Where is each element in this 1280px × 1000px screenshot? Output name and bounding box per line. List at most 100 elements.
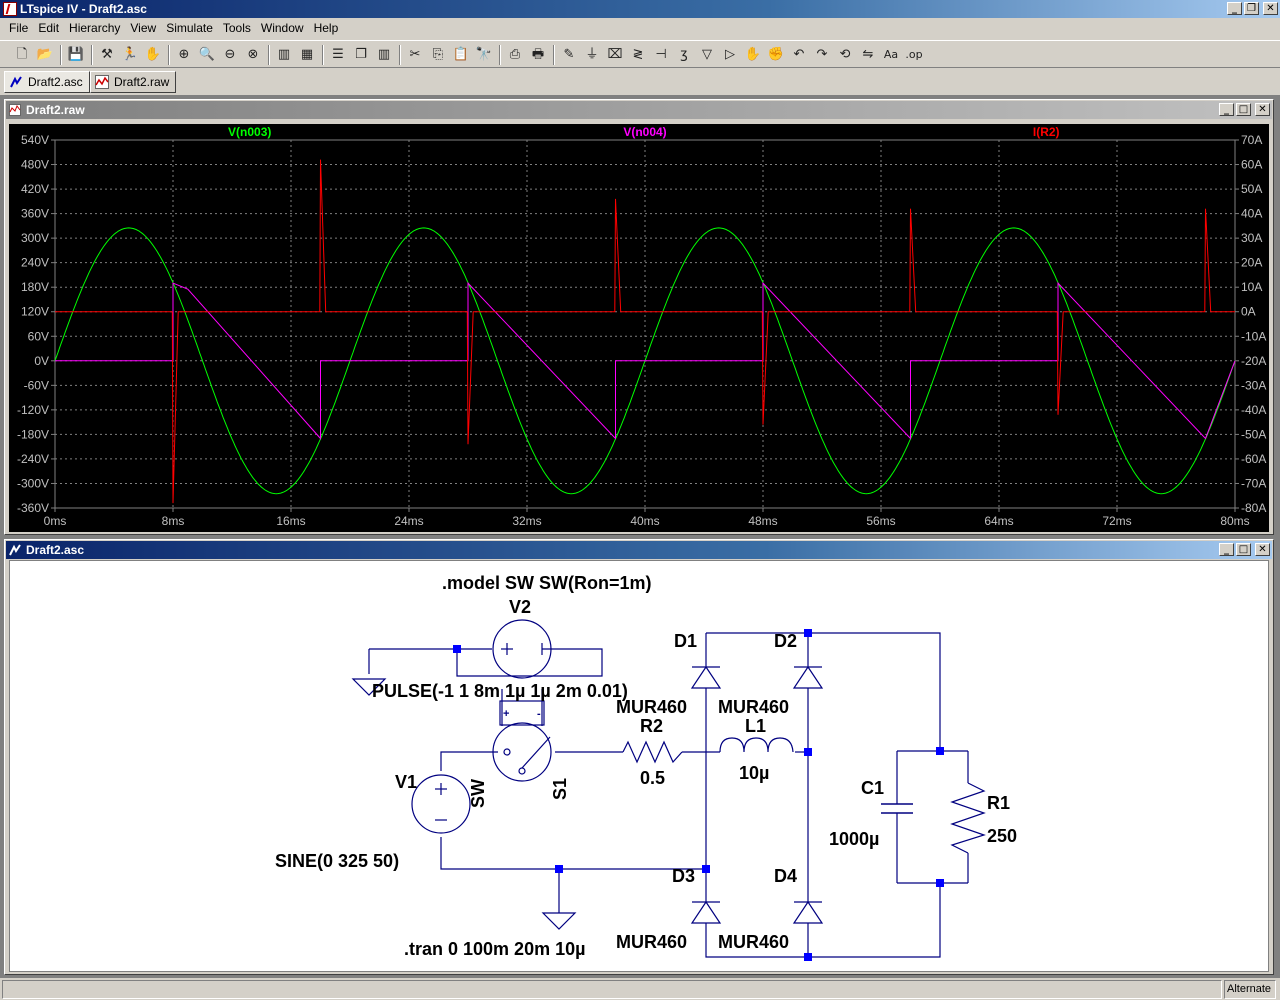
minimize-icon[interactable]: _: [1227, 2, 1242, 15]
menu-edit[interactable]: Edit: [33, 21, 64, 35]
menu-simulate[interactable]: Simulate: [161, 21, 218, 35]
schematic-window-title-bar[interactable]: Draft2.asc _ □ ✕: [6, 541, 1272, 559]
d3-model[interactable]: MUR460: [616, 932, 687, 952]
copy-icon[interactable]: ⎘: [428, 45, 448, 65]
component-icon[interactable]: ▷: [720, 45, 740, 65]
sw-model-label[interactable]: SW: [468, 779, 488, 808]
close-icon[interactable]: ✕: [1263, 2, 1278, 15]
l1-label[interactable]: L1: [745, 716, 766, 736]
wire-icon[interactable]: ✎: [559, 45, 579, 65]
rotate-icon[interactable]: ⟲: [835, 45, 855, 65]
d1-diode-symbol[interactable]: [690, 665, 722, 689]
spice-directive-icon[interactable]: .op: [904, 45, 924, 65]
open-icon[interactable]: 📂: [35, 45, 55, 65]
wire[interactable]: [440, 751, 498, 771]
waveform-chart[interactable]: 0ms 8ms 16ms 24ms 32ms 40ms 48ms 56ms 64ms 72ms 80…: [9, 124, 1269, 532]
wire[interactable]: [456, 648, 603, 677]
cut-icon[interactable]: ✂: [405, 45, 425, 65]
v2-label[interactable]: V2: [509, 597, 531, 617]
legend-v-n003-[interactable]: V(n003): [228, 125, 271, 139]
d4-model[interactable]: MUR460: [718, 932, 789, 952]
model-directive[interactable]: .model SW SW(Ron=1m): [442, 573, 652, 593]
v1-label[interactable]: V1: [395, 772, 417, 792]
minimize-icon[interactable]: _: [1219, 103, 1234, 116]
r1-label[interactable]: R1: [987, 793, 1010, 813]
d4-label[interactable]: D4: [774, 866, 797, 886]
zoom-out-icon[interactable]: ⊖: [220, 45, 240, 65]
drag-icon[interactable]: ✊: [766, 45, 786, 65]
r1-resistor-symbol[interactable]: [950, 782, 986, 854]
close-icon[interactable]: ✕: [1255, 103, 1270, 116]
d2-label[interactable]: D2: [774, 631, 797, 651]
print-icon[interactable]: 🖶: [528, 45, 548, 65]
tile-horizontal-icon[interactable]: ☰: [328, 45, 348, 65]
l1-inductor-symbol[interactable]: [719, 737, 794, 753]
save-icon[interactable]: 💾: [66, 45, 86, 65]
zoom-fit-icon[interactable]: ⊗: [243, 45, 263, 65]
resistor-icon[interactable]: ≷: [628, 45, 648, 65]
schematic-window[interactable]: Draft2.asc _ □ ✕ + - .model SW SW(Ron=1m…: [4, 539, 1274, 975]
ltspice-app-icon[interactable]: [3, 2, 17, 16]
c1-label[interactable]: C1: [861, 778, 884, 798]
r1-value[interactable]: 250: [987, 826, 1017, 846]
label-icon[interactable]: ⌧: [605, 45, 625, 65]
sine-value[interactable]: SINE(0 325 50): [275, 851, 399, 871]
capacitor-icon[interactable]: ⊣: [651, 45, 671, 65]
wire[interactable]: [440, 837, 706, 870]
d2-diode-symbol[interactable]: [792, 665, 824, 689]
r2-resistor-symbol[interactable]: [622, 740, 683, 764]
legend-i-r2-[interactable]: I(R2): [1033, 125, 1060, 139]
menu-tools[interactable]: Tools: [218, 21, 256, 35]
maximize-icon[interactable]: □: [1236, 543, 1251, 556]
zoom-in-icon[interactable]: ⊕: [174, 45, 194, 65]
close-icon[interactable]: ✕: [1255, 543, 1270, 556]
tran-directive[interactable]: .tran 0 100m 20m 10µ: [404, 939, 585, 959]
d1-label[interactable]: D1: [674, 631, 697, 651]
menu-window[interactable]: Window: [256, 21, 309, 35]
waveform-plot-pane[interactable]: 0ms 8ms 16ms 24ms 32ms 40ms 48ms 56ms 64ms 72ms 80…: [9, 124, 1269, 532]
ground-symbol[interactable]: [541, 912, 577, 930]
waveform-window[interactable]: Draft2.raw _ □ ✕ 0ms 8ms 16ms 24ms 32ms 40ms 4…: [4, 99, 1274, 535]
r2-value[interactable]: 0.5: [640, 768, 665, 788]
r2-label[interactable]: R2: [640, 716, 663, 736]
d4-diode-symbol[interactable]: [792, 900, 824, 924]
menu-file[interactable]: File: [4, 21, 33, 35]
restore-icon[interactable]: ❐: [1244, 2, 1259, 15]
minimize-icon[interactable]: _: [1219, 543, 1234, 556]
zoom-pan-icon[interactable]: 🔍: [197, 45, 217, 65]
tab-draft2-asc[interactable]: Draft2.asc: [4, 71, 90, 93]
d1-model[interactable]: MUR460: [616, 697, 687, 717]
cascade-icon[interactable]: ❐: [351, 45, 371, 65]
undo-icon[interactable]: ↶: [789, 45, 809, 65]
d2-model[interactable]: MUR460: [718, 697, 789, 717]
tab-draft2-raw[interactable]: Draft2.raw: [90, 71, 177, 93]
new-schematic-icon[interactable]: 🗋: [12, 45, 32, 65]
menu-help[interactable]: Help: [309, 21, 344, 35]
maximize-icon[interactable]: □: [1236, 103, 1251, 116]
s1-switch-symbol[interactable]: [492, 722, 552, 782]
c1-value[interactable]: 1000µ: [829, 829, 879, 849]
run-icon[interactable]: 🏃: [120, 45, 140, 65]
legend-v-n004-[interactable]: V(n004): [623, 125, 666, 139]
l1-value[interactable]: 10µ: [739, 763, 769, 783]
redo-icon[interactable]: ↷: [812, 45, 832, 65]
s1-label[interactable]: S1: [550, 778, 570, 800]
menu-view[interactable]: View: [125, 21, 161, 35]
autorange-icon[interactable]: ▥: [274, 45, 294, 65]
d3-diode-symbol[interactable]: [690, 900, 722, 924]
wire[interactable]: [706, 632, 941, 751]
d3-label[interactable]: D3: [672, 866, 695, 886]
tile-vertical-icon[interactable]: ▥: [374, 45, 394, 65]
c1-capacitor-symbol[interactable]: [881, 803, 913, 814]
inductor-icon[interactable]: ʒ: [674, 45, 694, 65]
pulse-value[interactable]: PULSE(-1 1 8m 1µ 1µ 2m 0.01): [372, 681, 628, 701]
find-icon[interactable]: 🔭: [474, 45, 494, 65]
move-icon[interactable]: ✋: [743, 45, 763, 65]
schematic-canvas[interactable]: + - .model SW SW(Ron=1m) V2 PULSE(-1 1 8…: [9, 560, 1269, 972]
grid-icon[interactable]: ▦: [297, 45, 317, 65]
app-title-bar[interactable]: LTspice IV - Draft2.asc _ ❐ ✕: [0, 0, 1280, 18]
halt-icon[interactable]: ✋: [143, 45, 163, 65]
control-panel-icon[interactable]: ⚒: [97, 45, 117, 65]
menu-hierarchy[interactable]: Hierarchy: [64, 21, 125, 35]
mirror-icon[interactable]: ⇋: [858, 45, 878, 65]
